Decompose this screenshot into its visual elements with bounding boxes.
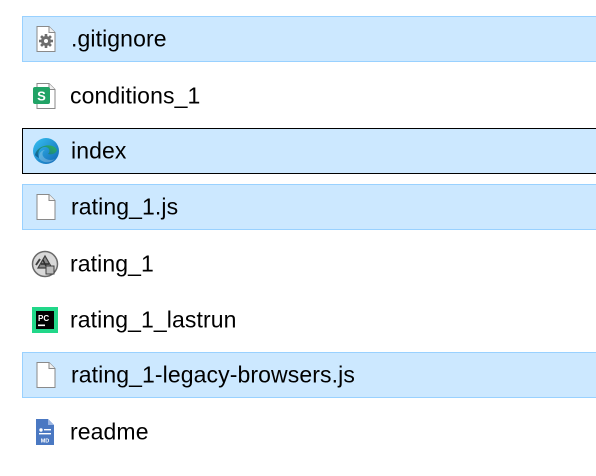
- file-row-conditions[interactable]: S conditions_1: [22, 73, 596, 119]
- file-name: .gitignore: [71, 25, 167, 52]
- edge-browser-icon: [32, 137, 60, 165]
- file-name: readme: [70, 418, 149, 445]
- blank-file-icon: [32, 193, 60, 221]
- markdown-file-icon: MD: [31, 418, 59, 446]
- file-name: rating_1_lastrun: [70, 306, 237, 333]
- file-row-rating-legacy-js[interactable]: rating_1-legacy-browsers.js: [22, 352, 596, 398]
- file-name: rating_1.js: [71, 193, 179, 220]
- file-row-rating-lastrun[interactable]: PC rating_1_lastrun: [22, 297, 596, 343]
- spreadsheet-icon: S: [31, 82, 59, 110]
- file-name: rating_1: [70, 250, 154, 277]
- settings-file-icon: [32, 25, 60, 53]
- svg-text:MD: MD: [41, 439, 50, 445]
- file-name: rating_1-legacy-browsers.js: [71, 361, 355, 388]
- psychopy-icon: [31, 250, 59, 278]
- file-row-readme[interactable]: MD readme: [22, 409, 596, 455]
- file-name: conditions_1: [70, 82, 201, 109]
- file-name: index: [71, 137, 127, 164]
- file-list: .gitignore S conditions_1 index rating_1…: [0, 0, 596, 476]
- svg-text:S: S: [37, 89, 46, 104]
- file-row-rating[interactable]: rating_1: [22, 241, 596, 287]
- file-row-index[interactable]: index: [22, 128, 596, 174]
- svg-text:PC: PC: [38, 314, 49, 323]
- file-row-rating-js[interactable]: rating_1.js: [22, 184, 596, 230]
- blank-file-icon: [32, 361, 60, 389]
- pycharm-icon: PC: [31, 306, 59, 334]
- file-row-gitignore[interactable]: .gitignore: [22, 16, 596, 62]
